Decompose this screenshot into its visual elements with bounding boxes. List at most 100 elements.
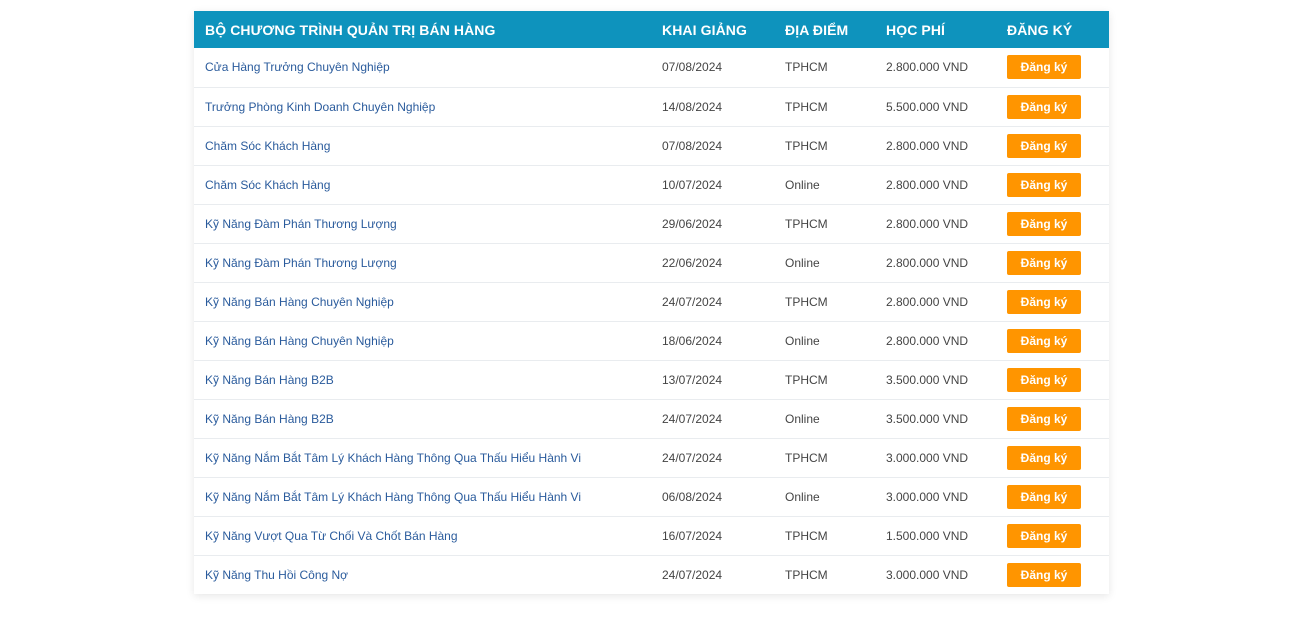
table-row: Kỹ Năng Vượt Qua Từ Chối Và Chốt Bán Hàn… bbox=[194, 516, 1109, 555]
fee-cell: 3.000.000 VND bbox=[886, 567, 969, 582]
course-cell: Kỹ Năng Đàm Phán Thương Lượng bbox=[194, 204, 651, 243]
location-cell: TPHCM bbox=[785, 216, 828, 231]
location-cell: Online bbox=[785, 489, 820, 504]
register-button[interactable]: Đăng ký bbox=[1007, 289, 1081, 314]
register-button[interactable]: Đăng ký bbox=[1007, 328, 1081, 353]
location-cell: TPHCM bbox=[785, 294, 828, 309]
course-link[interactable]: Kỹ Năng Bán Hàng Chuyên Nghiệp bbox=[205, 295, 394, 309]
course-cell: Kỹ Năng Vượt Qua Từ Chối Và Chốt Bán Hàn… bbox=[194, 516, 651, 555]
course-link[interactable]: Kỹ Năng Thu Hồi Công Nợ bbox=[205, 568, 348, 582]
location-cell: Online bbox=[785, 177, 820, 192]
table-row: Kỹ Năng Bán Hàng B2B 13/07/2024 TPHCM 3.… bbox=[194, 360, 1109, 399]
table-row: Trưởng Phòng Kinh Doanh Chuyên Nghiệp 14… bbox=[194, 87, 1109, 126]
table-row: Kỹ Năng Bán Hàng B2B 24/07/2024 Online 3… bbox=[194, 399, 1109, 438]
register-cell: Đăng ký bbox=[996, 204, 1109, 243]
register-cell: Đăng ký bbox=[996, 360, 1109, 399]
fee-cell: 3.000.000 VND bbox=[886, 450, 969, 465]
fee-cell: 2.800.000 VND bbox=[886, 255, 969, 270]
register-cell: Đăng ký bbox=[996, 321, 1109, 360]
course-link[interactable]: Kỹ Năng Bán Hàng B2B bbox=[205, 373, 334, 387]
course-cell: Kỹ Năng Đàm Phán Thương Lượng bbox=[194, 243, 651, 282]
course-link[interactable]: Kỹ Năng Vượt Qua Từ Chối Và Chốt Bán Hàn… bbox=[205, 529, 458, 543]
location-cell: TPHCM bbox=[785, 528, 828, 543]
register-cell: Đăng ký bbox=[996, 282, 1109, 321]
header-start-date: KHAI GIẢNG bbox=[662, 21, 747, 38]
fee-cell: 2.800.000 VND bbox=[886, 294, 969, 309]
location-cell: TPHCM bbox=[785, 99, 828, 114]
course-schedule-table: BỘ CHƯƠNG TRÌNH QUẢN TRỊ BÁN HÀNG KHAI G… bbox=[194, 11, 1109, 594]
register-button[interactable]: Đăng ký bbox=[1007, 445, 1081, 470]
table-row: Kỹ Năng Đàm Phán Thương Lượng 22/06/2024… bbox=[194, 243, 1109, 282]
start-date-cell: 22/06/2024 bbox=[662, 255, 723, 270]
course-link[interactable]: Kỹ Năng Nắm Bắt Tâm Lý Khách Hàng Thông … bbox=[205, 490, 581, 504]
header-location: ĐỊA ĐIỂM bbox=[785, 21, 849, 38]
register-button[interactable]: Đăng ký bbox=[1007, 133, 1081, 158]
location-cell: TPHCM bbox=[785, 372, 828, 387]
start-date-cell: 24/07/2024 bbox=[662, 567, 723, 582]
table-row: Kỹ Năng Nắm Bắt Tâm Lý Khách Hàng Thông … bbox=[194, 477, 1109, 516]
course-link[interactable]: Kỹ Năng Bán Hàng B2B bbox=[205, 412, 334, 426]
register-cell: Đăng ký bbox=[996, 48, 1109, 87]
course-link[interactable]: Kỹ Năng Bán Hàng Chuyên Nghiệp bbox=[205, 334, 394, 348]
table-row: Kỹ Năng Nắm Bắt Tâm Lý Khách Hàng Thông … bbox=[194, 438, 1109, 477]
table-row: Kỹ Năng Bán Hàng Chuyên Nghiệp 18/06/202… bbox=[194, 321, 1109, 360]
register-button[interactable]: Đăng ký bbox=[1007, 523, 1081, 548]
course-cell: Kỹ Năng Bán Hàng Chuyên Nghiệp bbox=[194, 321, 651, 360]
register-button[interactable]: Đăng ký bbox=[1007, 367, 1081, 392]
start-date-cell: 06/08/2024 bbox=[662, 489, 723, 504]
fee-cell: 1.500.000 VND bbox=[886, 528, 969, 543]
register-cell: Đăng ký bbox=[996, 555, 1109, 594]
table-body: Cửa Hàng Trưởng Chuyên Nghiệp 07/08/2024… bbox=[194, 48, 1109, 594]
course-cell: Kỹ Năng Nắm Bắt Tâm Lý Khách Hàng Thông … bbox=[194, 438, 651, 477]
start-date-cell: 24/07/2024 bbox=[662, 411, 723, 426]
register-button[interactable]: Đăng ký bbox=[1007, 55, 1081, 80]
header-register: ĐĂNG KÝ bbox=[1007, 21, 1073, 38]
header-fee: HỌC PHÍ bbox=[886, 21, 946, 38]
start-date-cell: 24/07/2024 bbox=[662, 294, 723, 309]
register-button[interactable]: Đăng ký bbox=[1007, 484, 1081, 509]
course-schedule-table-container: BỘ CHƯƠNG TRÌNH QUẢN TRỊ BÁN HÀNG KHAI G… bbox=[194, 11, 1109, 594]
start-date-cell: 13/07/2024 bbox=[662, 372, 723, 387]
location-cell: Online bbox=[785, 255, 820, 270]
start-date-cell: 29/06/2024 bbox=[662, 216, 723, 231]
table-header: BỘ CHƯƠNG TRÌNH QUẢN TRỊ BÁN HÀNG KHAI G… bbox=[194, 11, 1109, 48]
register-button[interactable]: Đăng ký bbox=[1007, 211, 1081, 236]
register-button[interactable]: Đăng ký bbox=[1007, 94, 1081, 119]
register-cell: Đăng ký bbox=[996, 477, 1109, 516]
course-link[interactable]: Kỹ Năng Đàm Phán Thương Lượng bbox=[205, 217, 397, 231]
start-date-cell: 16/07/2024 bbox=[662, 528, 723, 543]
fee-cell: 2.800.000 VND bbox=[886, 333, 969, 348]
table-row: Kỹ Năng Thu Hồi Công Nợ 24/07/2024 TPHCM… bbox=[194, 555, 1109, 594]
location-cell: Online bbox=[785, 333, 820, 348]
course-link[interactable]: Cửa Hàng Trưởng Chuyên Nghiệp bbox=[205, 60, 390, 74]
fee-cell: 3.500.000 VND bbox=[886, 372, 969, 387]
register-cell: Đăng ký bbox=[996, 516, 1109, 555]
location-cell: TPHCM bbox=[785, 567, 828, 582]
course-cell: Kỹ Năng Bán Hàng Chuyên Nghiệp bbox=[194, 282, 651, 321]
register-button[interactable]: Đăng ký bbox=[1007, 562, 1081, 587]
register-button[interactable]: Đăng ký bbox=[1007, 406, 1081, 431]
register-cell: Đăng ký bbox=[996, 243, 1109, 282]
location-cell: TPHCM bbox=[785, 60, 828, 75]
register-cell: Đăng ký bbox=[996, 87, 1109, 126]
start-date-cell: 18/06/2024 bbox=[662, 333, 723, 348]
table-row: Kỹ Năng Đàm Phán Thương Lượng 29/06/2024… bbox=[194, 204, 1109, 243]
register-button[interactable]: Đăng ký bbox=[1007, 250, 1081, 275]
course-link[interactable]: Kỹ Năng Đàm Phán Thương Lượng bbox=[205, 256, 397, 270]
start-date-cell: 07/08/2024 bbox=[662, 138, 723, 153]
fee-cell: 2.800.000 VND bbox=[886, 60, 969, 75]
course-link[interactable]: Trưởng Phòng Kinh Doanh Chuyên Nghiệp bbox=[205, 100, 435, 114]
course-link[interactable]: Chăm Sóc Khách Hàng bbox=[205, 178, 330, 192]
register-cell: Đăng ký bbox=[996, 399, 1109, 438]
start-date-cell: 10/07/2024 bbox=[662, 177, 723, 192]
course-link[interactable]: Kỹ Năng Nắm Bắt Tâm Lý Khách Hàng Thông … bbox=[205, 451, 581, 465]
register-button[interactable]: Đăng ký bbox=[1007, 172, 1081, 197]
location-cell: Online bbox=[785, 411, 820, 426]
start-date-cell: 14/08/2024 bbox=[662, 99, 723, 114]
fee-cell: 3.000.000 VND bbox=[886, 489, 969, 504]
course-cell: Kỹ Năng Bán Hàng B2B bbox=[194, 399, 651, 438]
table-row: Kỹ Năng Bán Hàng Chuyên Nghiệp 24/07/202… bbox=[194, 282, 1109, 321]
course-cell: Cửa Hàng Trưởng Chuyên Nghiệp bbox=[194, 48, 651, 87]
course-link[interactable]: Chăm Sóc Khách Hàng bbox=[205, 139, 330, 153]
table-row: Chăm Sóc Khách Hàng 10/07/2024 Online 2.… bbox=[194, 165, 1109, 204]
